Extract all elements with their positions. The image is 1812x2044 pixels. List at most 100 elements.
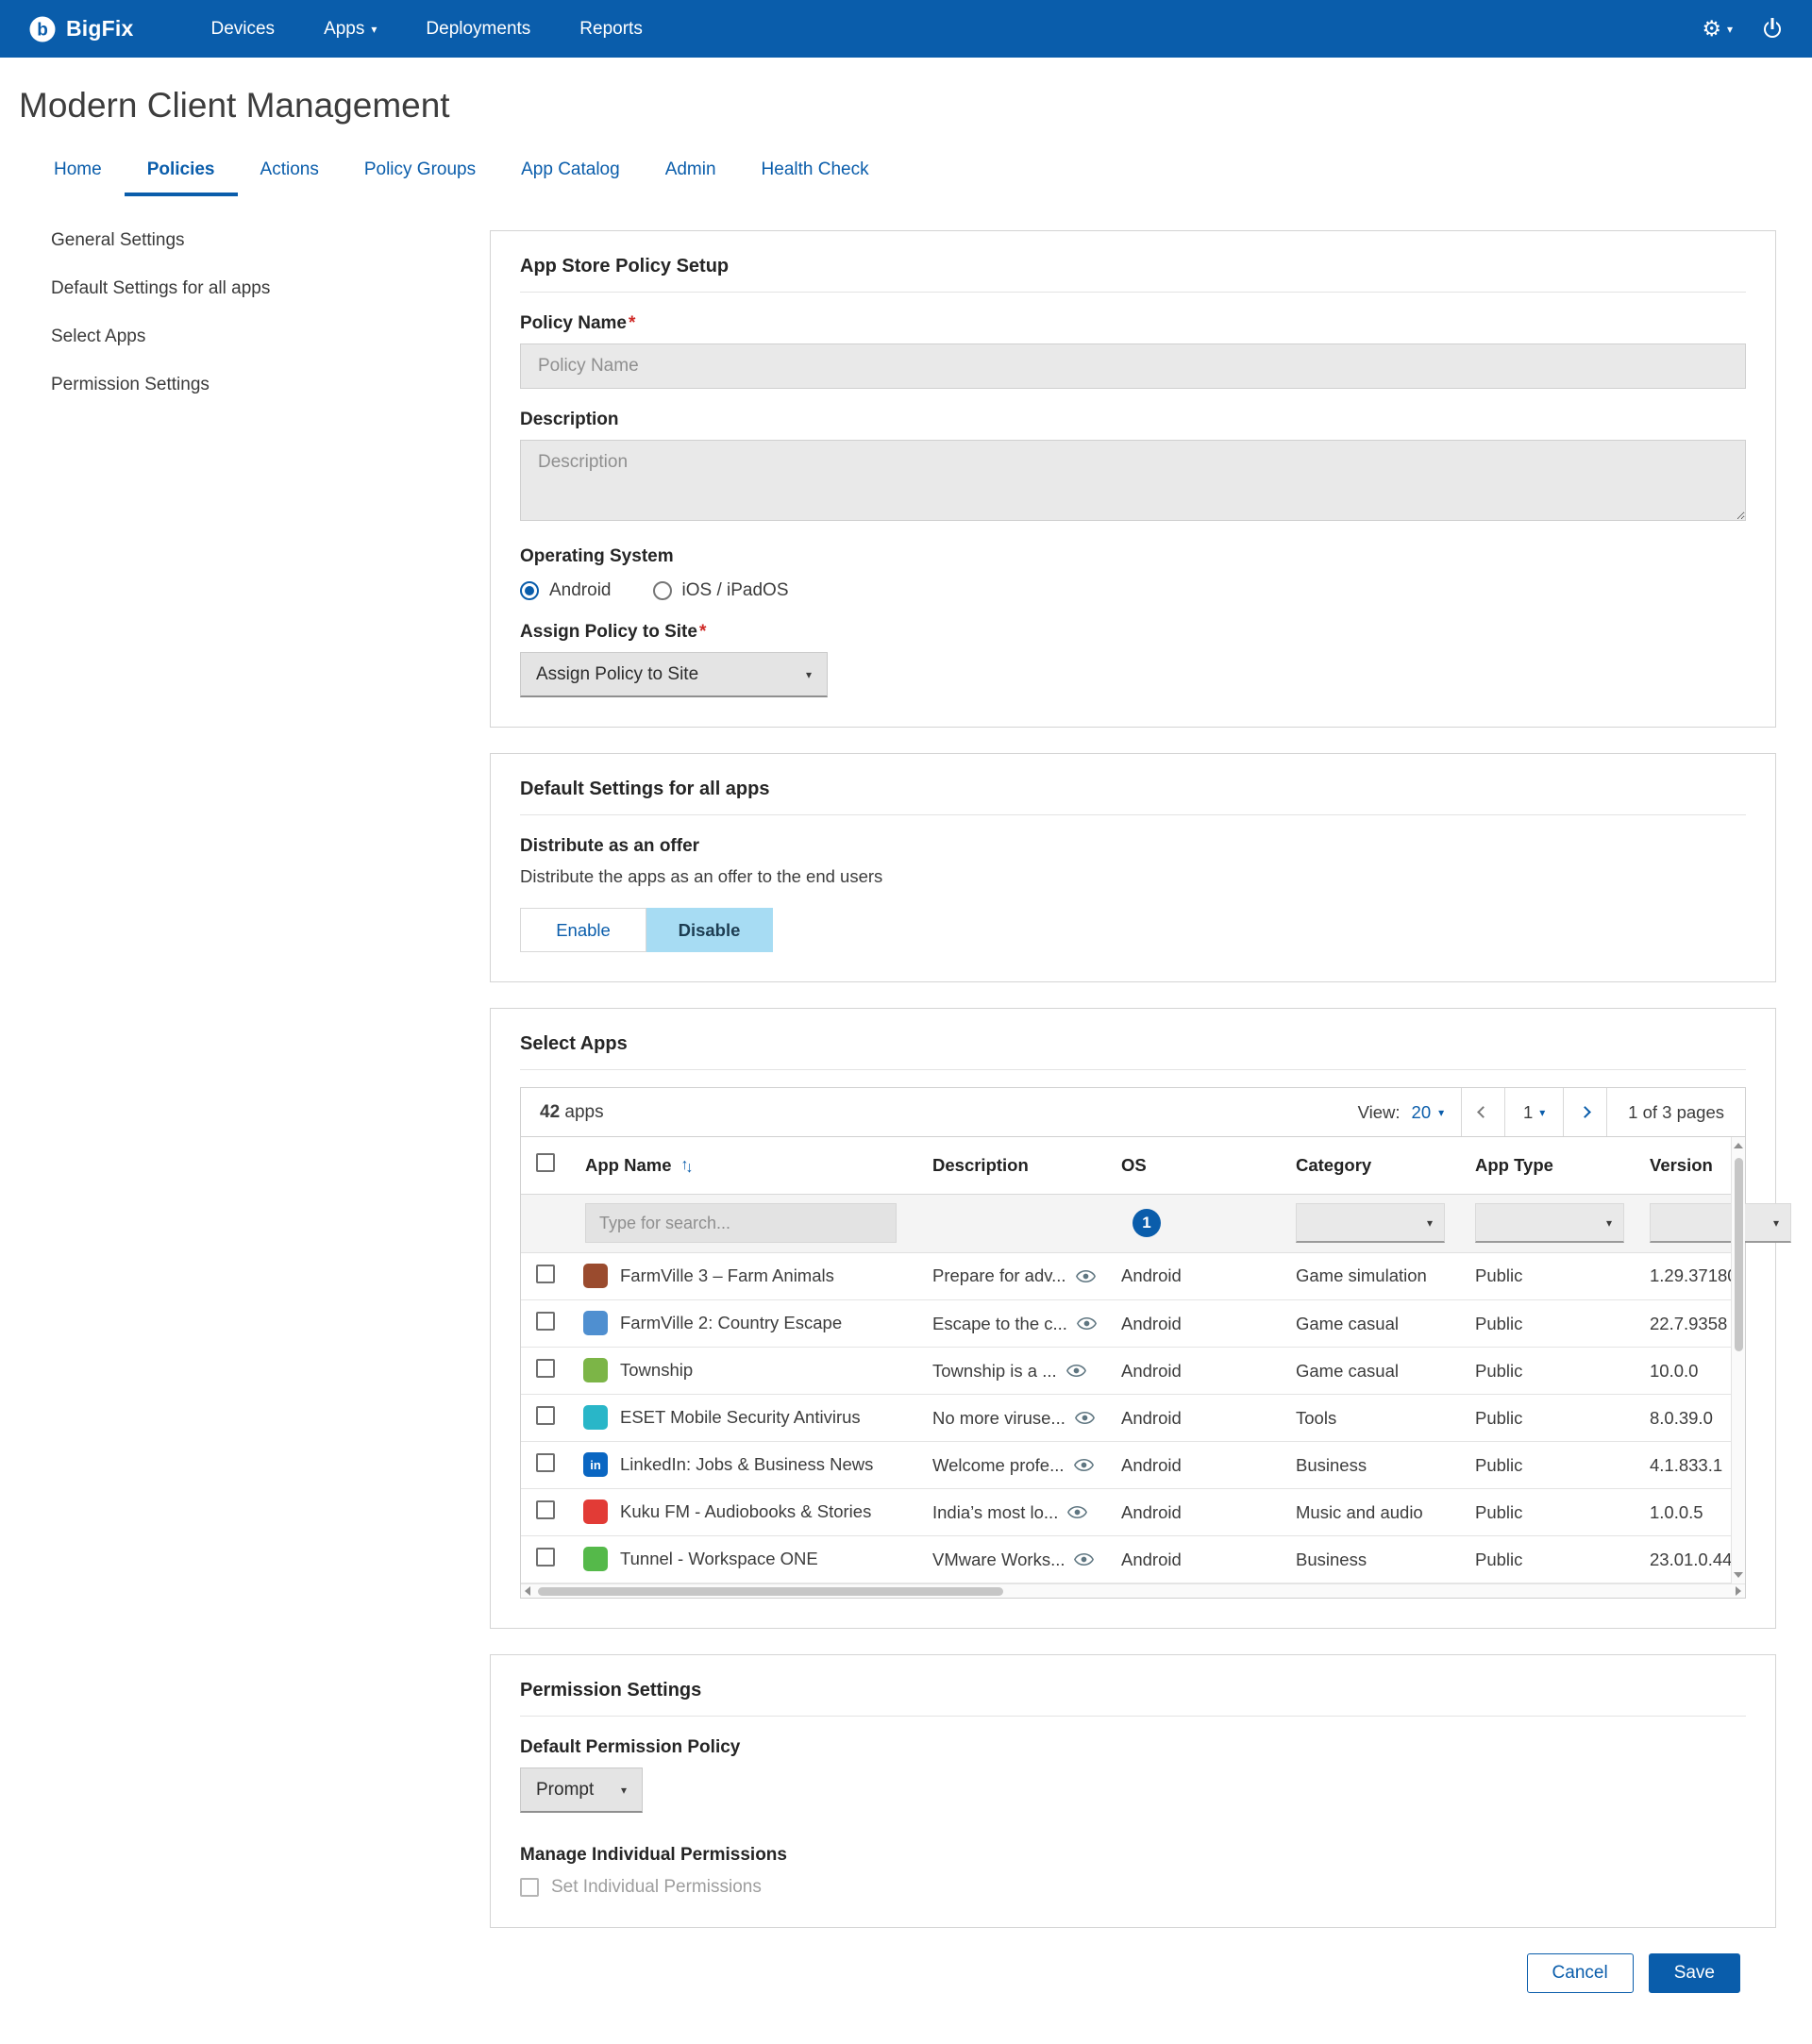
app-category: Business	[1284, 1536, 1464, 1583]
page-size-select[interactable]: 20 ▾	[1412, 1102, 1445, 1123]
scroll-up-icon[interactable]	[1734, 1143, 1743, 1148]
app-name[interactable]: Kuku FM - Audiobooks & Stories	[620, 1501, 871, 1522]
preview-eye-icon[interactable]	[1076, 1269, 1096, 1283]
version-filter-select[interactable]: ▾	[1650, 1203, 1791, 1243]
preview-eye-icon[interactable]	[1066, 1364, 1086, 1378]
settings-gear-icon[interactable]: ⚙ ▾	[1702, 16, 1733, 42]
vertical-scrollbar[interactable]	[1731, 1137, 1745, 1583]
brand-logo[interactable]: b BigFix	[28, 15, 133, 43]
sort-arrows-icon[interactable]: ↑↓	[681, 1157, 694, 1174]
app-name[interactable]: Tunnel - Workspace ONE	[620, 1549, 818, 1569]
scroll-right-icon[interactable]	[1736, 1586, 1741, 1596]
assign-site-select[interactable]: Assign Policy to Site ▾	[520, 652, 828, 697]
tab-app-catalog[interactable]: App Catalog	[498, 150, 643, 196]
prev-page-button[interactable]	[1461, 1088, 1504, 1136]
tab-actions[interactable]: Actions	[238, 150, 342, 196]
app-os: Android	[1110, 1442, 1284, 1489]
app-os: Android	[1110, 1300, 1284, 1348]
app-description: Welcome profe...	[932, 1455, 1065, 1476]
horizontal-scroll-thumb[interactable]	[538, 1587, 1003, 1596]
policy-name-label: Policy Name*	[520, 313, 1746, 334]
required-asterisk: *	[629, 313, 635, 333]
row-checkbox[interactable]	[536, 1406, 555, 1425]
col-os: OS	[1110, 1137, 1284, 1194]
scroll-left-icon[interactable]	[525, 1586, 530, 1596]
current-page-select[interactable]: 1 ▾	[1504, 1088, 1563, 1136]
table-filter-row: 1 ▾ ▾ ▾	[521, 1194, 1745, 1252]
app-name[interactable]: FarmVille 2: Country Escape	[620, 1313, 842, 1333]
sidebar-item-default-settings[interactable]: Default Settings for all apps	[51, 278, 490, 299]
select-all-checkbox[interactable]	[536, 1153, 555, 1172]
policy-name-input[interactable]	[520, 343, 1746, 389]
individual-permissions-checkbox[interactable]	[520, 1878, 539, 1897]
preview-eye-icon[interactable]	[1067, 1505, 1087, 1519]
chevron-down-icon: ▾	[806, 669, 812, 680]
app-description: VMware Works...	[932, 1550, 1065, 1570]
preview-eye-icon[interactable]	[1077, 1316, 1097, 1331]
disable-button[interactable]: Disable	[646, 908, 773, 952]
tab-policies[interactable]: Policies	[125, 150, 238, 196]
tab-admin[interactable]: Admin	[643, 150, 739, 196]
row-checkbox[interactable]	[536, 1312, 555, 1331]
sidebar-item-permission-settings[interactable]: Permission Settings	[51, 375, 490, 395]
scroll-down-icon[interactable]	[1734, 1572, 1743, 1578]
col-app-name: App Name	[585, 1155, 672, 1176]
app-name[interactable]: ESET Mobile Security Antivirus	[620, 1407, 861, 1428]
assign-site-value: Assign Policy to Site	[536, 664, 698, 685]
row-checkbox[interactable]	[536, 1548, 555, 1567]
nav-reports[interactable]: Reports	[559, 9, 663, 49]
preview-eye-icon[interactable]	[1075, 1411, 1095, 1425]
app-icon	[583, 1405, 608, 1430]
app-search-input[interactable]	[585, 1203, 897, 1243]
required-asterisk: *	[699, 622, 706, 642]
nav-apps[interactable]: Apps▾	[303, 9, 397, 49]
tab-health-check[interactable]: Health Check	[739, 150, 892, 196]
footer-actions: Cancel Save	[490, 1953, 1740, 1993]
nav-deployments[interactable]: Deployments	[405, 9, 551, 49]
app-icon	[583, 1264, 608, 1288]
manage-individual-permissions-label: Manage Individual Permissions	[520, 1845, 1746, 1866]
app-name[interactable]: LinkedIn: Jobs & Business News	[620, 1454, 873, 1475]
distribute-offer-description: Distribute the apps as an offer to the e…	[520, 866, 1746, 887]
table-row: Kuku FM - Audiobooks & StoriesIndia’s mo…	[521, 1489, 1745, 1536]
tab-home[interactable]: Home	[31, 150, 125, 196]
nav-devices[interactable]: Devices	[190, 9, 295, 49]
tab-policy-groups[interactable]: Policy Groups	[342, 150, 498, 196]
cancel-button[interactable]: Cancel	[1527, 1953, 1634, 1993]
chevron-down-icon: ▾	[1539, 1107, 1545, 1118]
page-title: Modern Client Management	[19, 86, 1812, 126]
row-checkbox[interactable]	[536, 1265, 555, 1283]
row-checkbox[interactable]	[536, 1500, 555, 1519]
save-button[interactable]: Save	[1649, 1953, 1740, 1993]
row-checkbox[interactable]	[536, 1359, 555, 1378]
distribute-toggle: Enable Disable	[520, 908, 773, 952]
sidebar-item-select-apps[interactable]: Select Apps	[51, 327, 490, 347]
policy-setup-panel: App Store Policy Setup Policy Name* Desc…	[490, 230, 1776, 728]
app-name[interactable]: Township	[620, 1360, 693, 1381]
preview-eye-icon[interactable]	[1074, 1552, 1094, 1567]
enable-button[interactable]: Enable	[520, 908, 646, 952]
app-description: Escape to the c...	[932, 1314, 1067, 1334]
app-category: Business	[1284, 1442, 1464, 1489]
app-type: Public	[1464, 1300, 1638, 1348]
app-os: Android	[1110, 1536, 1284, 1583]
radio-ios-ipados[interactable]: iOS / iPadOS	[653, 580, 789, 601]
nav-devices-label: Devices	[210, 19, 275, 40]
description-textarea[interactable]	[520, 440, 1746, 521]
app-name[interactable]: FarmVille 3 – Farm Animals	[620, 1265, 834, 1286]
panel-title: Permission Settings	[520, 1680, 1746, 1717]
row-checkbox[interactable]	[536, 1453, 555, 1472]
permission-policy-select[interactable]: Prompt ▾	[520, 1768, 643, 1813]
horizontal-scrollbar[interactable]	[521, 1583, 1745, 1598]
power-logout-icon[interactable]	[1761, 18, 1784, 41]
app-type: Public	[1464, 1489, 1638, 1536]
radio-android[interactable]: Android	[520, 580, 612, 601]
os-filter-badge[interactable]: 1	[1132, 1209, 1161, 1237]
next-page-button[interactable]	[1563, 1088, 1606, 1136]
sidebar-item-general-settings[interactable]: General Settings	[51, 230, 490, 251]
app-type-filter-select[interactable]: ▾	[1475, 1203, 1624, 1243]
vertical-scroll-thumb[interactable]	[1735, 1158, 1743, 1351]
preview-eye-icon[interactable]	[1074, 1458, 1094, 1472]
category-filter-select[interactable]: ▾	[1296, 1203, 1445, 1243]
panel-title: App Store Policy Setup	[520, 256, 1746, 293]
